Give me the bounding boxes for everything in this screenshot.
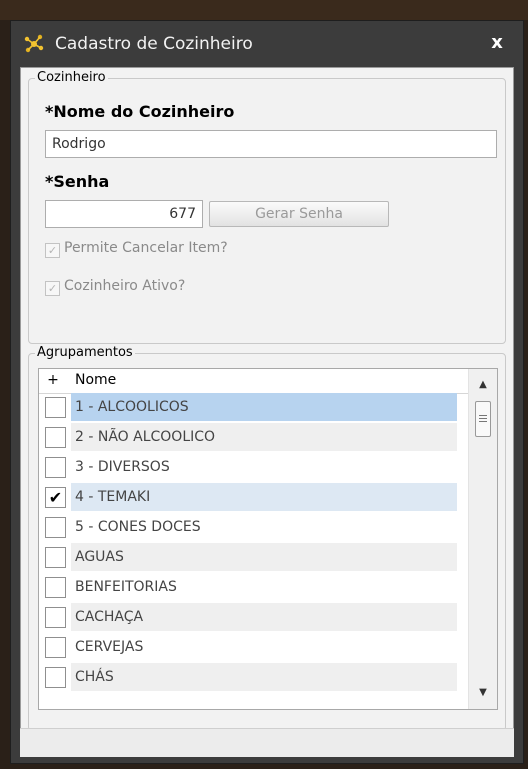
dialog-window: Cadastro de Cozinheiro x Cozinheiro *Nom…	[10, 20, 524, 764]
row-checkbox[interactable]	[45, 607, 66, 628]
row-name: 2 - NÃO ALCOOLICO	[71, 423, 457, 451]
table-row[interactable]: 3 - DIVERSOS	[39, 453, 459, 483]
table-row[interactable]: CHÁS	[39, 663, 459, 693]
row-checkbox[interactable]	[45, 397, 66, 418]
close-button[interactable]: x	[485, 31, 509, 55]
nome-input[interactable]: Rodrigo	[45, 130, 497, 158]
row-checkbox[interactable]	[45, 637, 66, 658]
table-row[interactable]: 1 - ALCOOLICOS	[39, 393, 459, 423]
table-row[interactable]: 5 - CONES DOCES	[39, 513, 459, 543]
row-name: CERVEJAS	[75, 639, 144, 655]
grid-header: + Nome	[39, 369, 497, 394]
table-row[interactable]: CERVEJAS	[39, 633, 459, 663]
scroll-down-arrow-icon[interactable]: ▼	[469, 683, 497, 703]
vertical-scrollbar[interactable]: ▲ ▼	[468, 369, 497, 709]
app-logo-icon	[24, 34, 44, 53]
table-row[interactable]: AGUAS	[39, 543, 459, 573]
status-bar	[20, 728, 514, 757]
row-name: 1 - ALCOOLICOS	[71, 393, 457, 421]
nome-label: *Nome do Cozinheiro	[45, 102, 235, 121]
check-icon: ✓	[45, 281, 60, 296]
dialog-client-area: Cozinheiro *Nome do Cozinheiro Rodrigo *…	[20, 67, 514, 757]
row-name: AGUAS	[71, 543, 457, 571]
check-icon: ✓	[45, 243, 60, 258]
column-header-nome[interactable]: Nome	[75, 372, 116, 388]
row-checkbox[interactable]	[45, 427, 66, 448]
row-checkbox[interactable]	[45, 457, 66, 478]
row-name: BENFEITORIAS	[75, 579, 177, 595]
scroll-up-arrow-icon[interactable]: ▲	[469, 375, 497, 395]
table-row[interactable]: CACHAÇA	[39, 603, 459, 633]
window-title: Cadastro de Cozinheiro	[55, 34, 253, 54]
agrupamentos-legend: Agrupamentos	[35, 345, 135, 360]
cozinheiro-legend: Cozinheiro	[35, 70, 108, 85]
title-bar[interactable]: Cadastro de Cozinheiro x	[11, 21, 523, 67]
agrupamentos-grid[interactable]: + Nome 1 - ALCOOLICOS 2 - NÃO ALCOOLICO 3 …	[38, 368, 498, 710]
row-checkbox[interactable]	[45, 667, 66, 688]
expand-all-button[interactable]: +	[45, 372, 61, 388]
row-checkbox[interactable]	[45, 577, 66, 598]
row-checkbox[interactable]	[45, 517, 66, 538]
senha-label: *Senha	[45, 172, 110, 191]
table-row[interactable]: BENFEITORIAS	[39, 573, 459, 603]
table-row[interactable]: ✔ 4 - TEMAKI	[39, 483, 459, 513]
background-strip	[0, 0, 528, 20]
row-name: CACHAÇA	[71, 603, 457, 631]
table-row[interactable]: 2 - NÃO ALCOOLICO	[39, 423, 459, 453]
row-checkbox[interactable]: ✔	[45, 487, 66, 508]
cozinheiro-ativo-label: Cozinheiro Ativo?	[64, 278, 186, 294]
senha-input[interactable]: 677	[45, 200, 203, 228]
gerar-senha-button[interactable]: Gerar Senha	[209, 201, 389, 227]
row-name: 4 - TEMAKI	[71, 483, 457, 511]
permite-cancelar-checkbox[interactable]: ✓ Permite Cancelar Item?	[45, 240, 228, 258]
cozinheiro-ativo-checkbox[interactable]: ✓ Cozinheiro Ativo?	[45, 278, 185, 296]
row-name: 3 - DIVERSOS	[75, 459, 170, 475]
row-name: CHÁS	[71, 663, 457, 691]
row-name: 5 - CONES DOCES	[75, 519, 201, 535]
row-checkbox[interactable]	[45, 547, 66, 568]
permite-cancelar-label: Permite Cancelar Item?	[64, 240, 228, 256]
scrollbar-thumb[interactable]	[475, 401, 491, 437]
